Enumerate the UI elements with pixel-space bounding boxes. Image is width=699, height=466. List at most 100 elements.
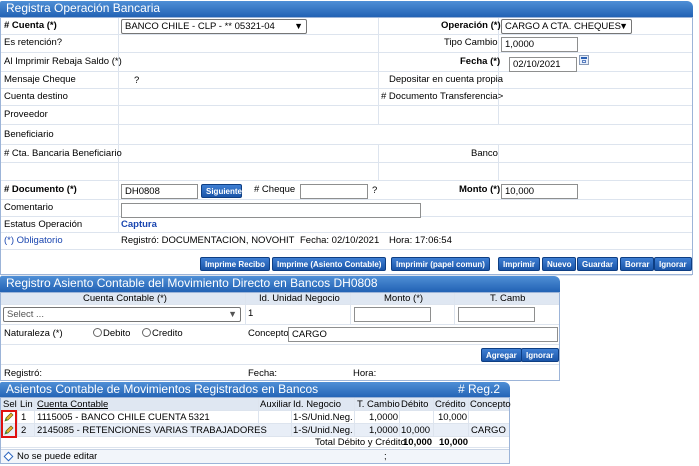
borrar-button[interactable]: Borrar xyxy=(620,257,655,271)
total-label: Total Débito y Crédito xyxy=(315,437,406,448)
monto-label: Monto (*) xyxy=(459,184,501,195)
table-row-tcambio: 1,0000 xyxy=(369,412,399,423)
concepto-input[interactable]: CARGO xyxy=(288,327,558,342)
registro-info: Registró: DOCUMENTACION, NOVOHIT xyxy=(121,235,295,246)
credito-radio[interactable]: Credito xyxy=(142,327,183,341)
doc-transferencia-label: # Documento Transferencia> xyxy=(381,91,504,102)
operacion-label: Operación (*) xyxy=(441,20,501,31)
tipo-cambio-input[interactable]: 1,0000 xyxy=(501,37,578,52)
table-row-cuenta: 2145085 - RETENCIONES VARIAS TRABAJADORE… xyxy=(37,425,267,436)
section-header-registro-asiento: Registro Asiento Contable del Movimiento… xyxy=(0,276,560,292)
chevron-down-icon: ▼ xyxy=(619,21,628,31)
estatus-label: Estatus Operación xyxy=(4,219,83,230)
cta-beneficiario-label: # Cta. Bancaria Beneficiario xyxy=(4,148,122,159)
concepto-label: Concepto xyxy=(248,328,289,339)
imprimir-button[interactable]: Imprimir xyxy=(498,257,541,271)
col-auxiliar: Auxiliar xyxy=(260,399,292,410)
ignorar-asiento-button[interactable]: Ignorar xyxy=(521,348,559,362)
cheque-label: # Cheque xyxy=(254,184,296,195)
mensaje-cheque-hint: ? xyxy=(134,75,140,86)
nuevo-button[interactable]: Nuevo xyxy=(542,257,577,271)
naturaleza-label: Naturaleza (*) xyxy=(4,328,63,339)
section-title: Registro Asiento Contable del Movimiento… xyxy=(6,276,378,290)
imprimir-papel-button[interactable]: Imprimir (papel comun) xyxy=(391,257,490,271)
total-debito: 10,000 xyxy=(403,437,433,448)
registro-label: Registró: xyxy=(4,368,43,379)
retencion-label: Es retención? xyxy=(4,37,63,48)
debito-radio[interactable]: Debito xyxy=(93,327,130,341)
imprime-recibo-button[interactable]: Imprime Recibo xyxy=(200,257,271,271)
chevron-down-icon: ▼ xyxy=(228,309,237,319)
monto-asiento-input[interactable] xyxy=(354,307,431,322)
cuenta-select[interactable]: BANCO CHILE - CLP - ** 05321-04 ▼ xyxy=(121,19,307,34)
operacion-form: # Cuenta (*) BANCO CHILE - CLP - ** 0532… xyxy=(0,17,693,276)
col-t-cambio: T. Cambio xyxy=(357,399,400,410)
depositar-label: Depositar en cuenta propia xyxy=(389,74,504,85)
table-row-lin: 1 xyxy=(21,412,27,423)
col-cuenta-contable[interactable]: Cuenta Contable xyxy=(37,398,108,411)
fecha-asiento-label: Fecha: xyxy=(248,368,278,379)
registro-fecha: Fecha: 02/10/2021 xyxy=(300,235,380,246)
unidad-negocio-value: 1 xyxy=(248,308,254,319)
cuenta-destino-label: Cuenta destino xyxy=(4,91,68,102)
tipo-cambio-label: Tipo Cambio xyxy=(444,37,498,48)
rebaja-saldo-label: Al Imprimir Rebaja Saldo (*) xyxy=(4,56,122,67)
selection-highlight xyxy=(1,410,17,438)
hora-asiento-label: Hora: xyxy=(353,368,377,379)
banco-label: Banco xyxy=(471,148,498,159)
ignorar-button[interactable]: Ignorar xyxy=(654,257,692,271)
siguiente-button[interactable]: Siguiente xyxy=(201,184,242,198)
col-lin: Lin xyxy=(20,399,33,410)
registro-hora: Hora: 17:06:54 xyxy=(389,235,452,246)
col-monto: Monto (*) xyxy=(384,293,424,304)
documento-input[interactable]: DH0808 xyxy=(121,184,198,199)
estatus-value: Captura xyxy=(121,219,157,230)
asientos-table: Sel Lin Cuenta Contable Auxiliar Id. Neg… xyxy=(0,397,511,464)
section-header-asientos-registrados: Asientos Contable de Movimientos Registr… xyxy=(0,382,510,398)
imprime-asiento-button[interactable]: Imprime (Asiento Contable) xyxy=(272,257,387,271)
asiento-form: Cuenta Contable (*) Id. Unidad Negocio M… xyxy=(0,292,560,381)
fecha-input[interactable]: 02/10/2021 xyxy=(509,57,577,72)
col-cuenta-contable: Cuenta Contable (*) xyxy=(83,293,167,304)
total-credito: 10,000 xyxy=(439,437,469,448)
beneficiario-label: Beneficiario xyxy=(4,129,54,140)
table-row-cuenta: 1115005 - BANCO CHILE CUENTA 5321 xyxy=(37,412,210,423)
table-row-lin: 2 xyxy=(21,425,27,436)
fecha-label: Fecha (*) xyxy=(460,56,501,67)
section-title: Registra Operación Bancaria xyxy=(6,1,161,15)
col-tcamb: T. Camb xyxy=(490,293,526,304)
cheque-hint: ? xyxy=(372,185,378,196)
col-id-negocio: Id. Negocio xyxy=(293,399,342,410)
obligatorio-note: (*) Obligatorio xyxy=(4,235,63,246)
documento-label: # Documento (*) xyxy=(4,184,77,195)
status-bar: No se puede editar ; xyxy=(1,449,509,463)
mensaje-cheque-label: Mensaje Cheque xyxy=(4,74,76,85)
comentario-label: Comentario xyxy=(4,202,54,213)
section-header-registra-operacion: Registra Operación Bancaria xyxy=(0,1,693,17)
col-concepto: Concepto xyxy=(470,399,511,410)
table-row-credito: 10,000 xyxy=(438,412,468,423)
proveedor-label: Proveedor xyxy=(4,109,48,120)
guardar-button[interactable]: Guardar xyxy=(577,257,619,271)
cuenta-label: # Cuenta (*) xyxy=(4,20,57,31)
section-title: Asientos Contable de Movimientos Registr… xyxy=(6,382,319,396)
cuenta-contable-select[interactable]: Select ... ▼ xyxy=(3,307,241,322)
cheque-input[interactable] xyxy=(300,184,368,199)
chevron-down-icon: ▼ xyxy=(294,21,303,31)
radio-icon xyxy=(142,328,151,337)
calendar-icon[interactable] xyxy=(579,55,589,65)
table-row-concepto: CARGO xyxy=(471,425,506,436)
table-row-negocio: 1-S/Unid.Neg. xyxy=(293,412,353,423)
operacion-select[interactable]: CARGO A CTA. CHEQUES ▼ xyxy=(501,19,632,34)
col-unidad-negocio: Id. Unidad Negocio xyxy=(259,293,340,304)
reg-count: # Reg.2 xyxy=(457,382,500,396)
col-debito: Débito xyxy=(401,399,429,410)
status-right: ; xyxy=(384,451,387,462)
agregar-button[interactable]: Agregar xyxy=(481,348,522,362)
comentario-input[interactable] xyxy=(121,203,421,218)
radio-icon xyxy=(93,328,102,337)
info-diamond-icon xyxy=(3,451,14,462)
tcamb-input[interactable] xyxy=(458,307,535,322)
monto-input[interactable]: 10,000 xyxy=(501,184,578,199)
status-text: No se puede editar xyxy=(17,451,98,462)
